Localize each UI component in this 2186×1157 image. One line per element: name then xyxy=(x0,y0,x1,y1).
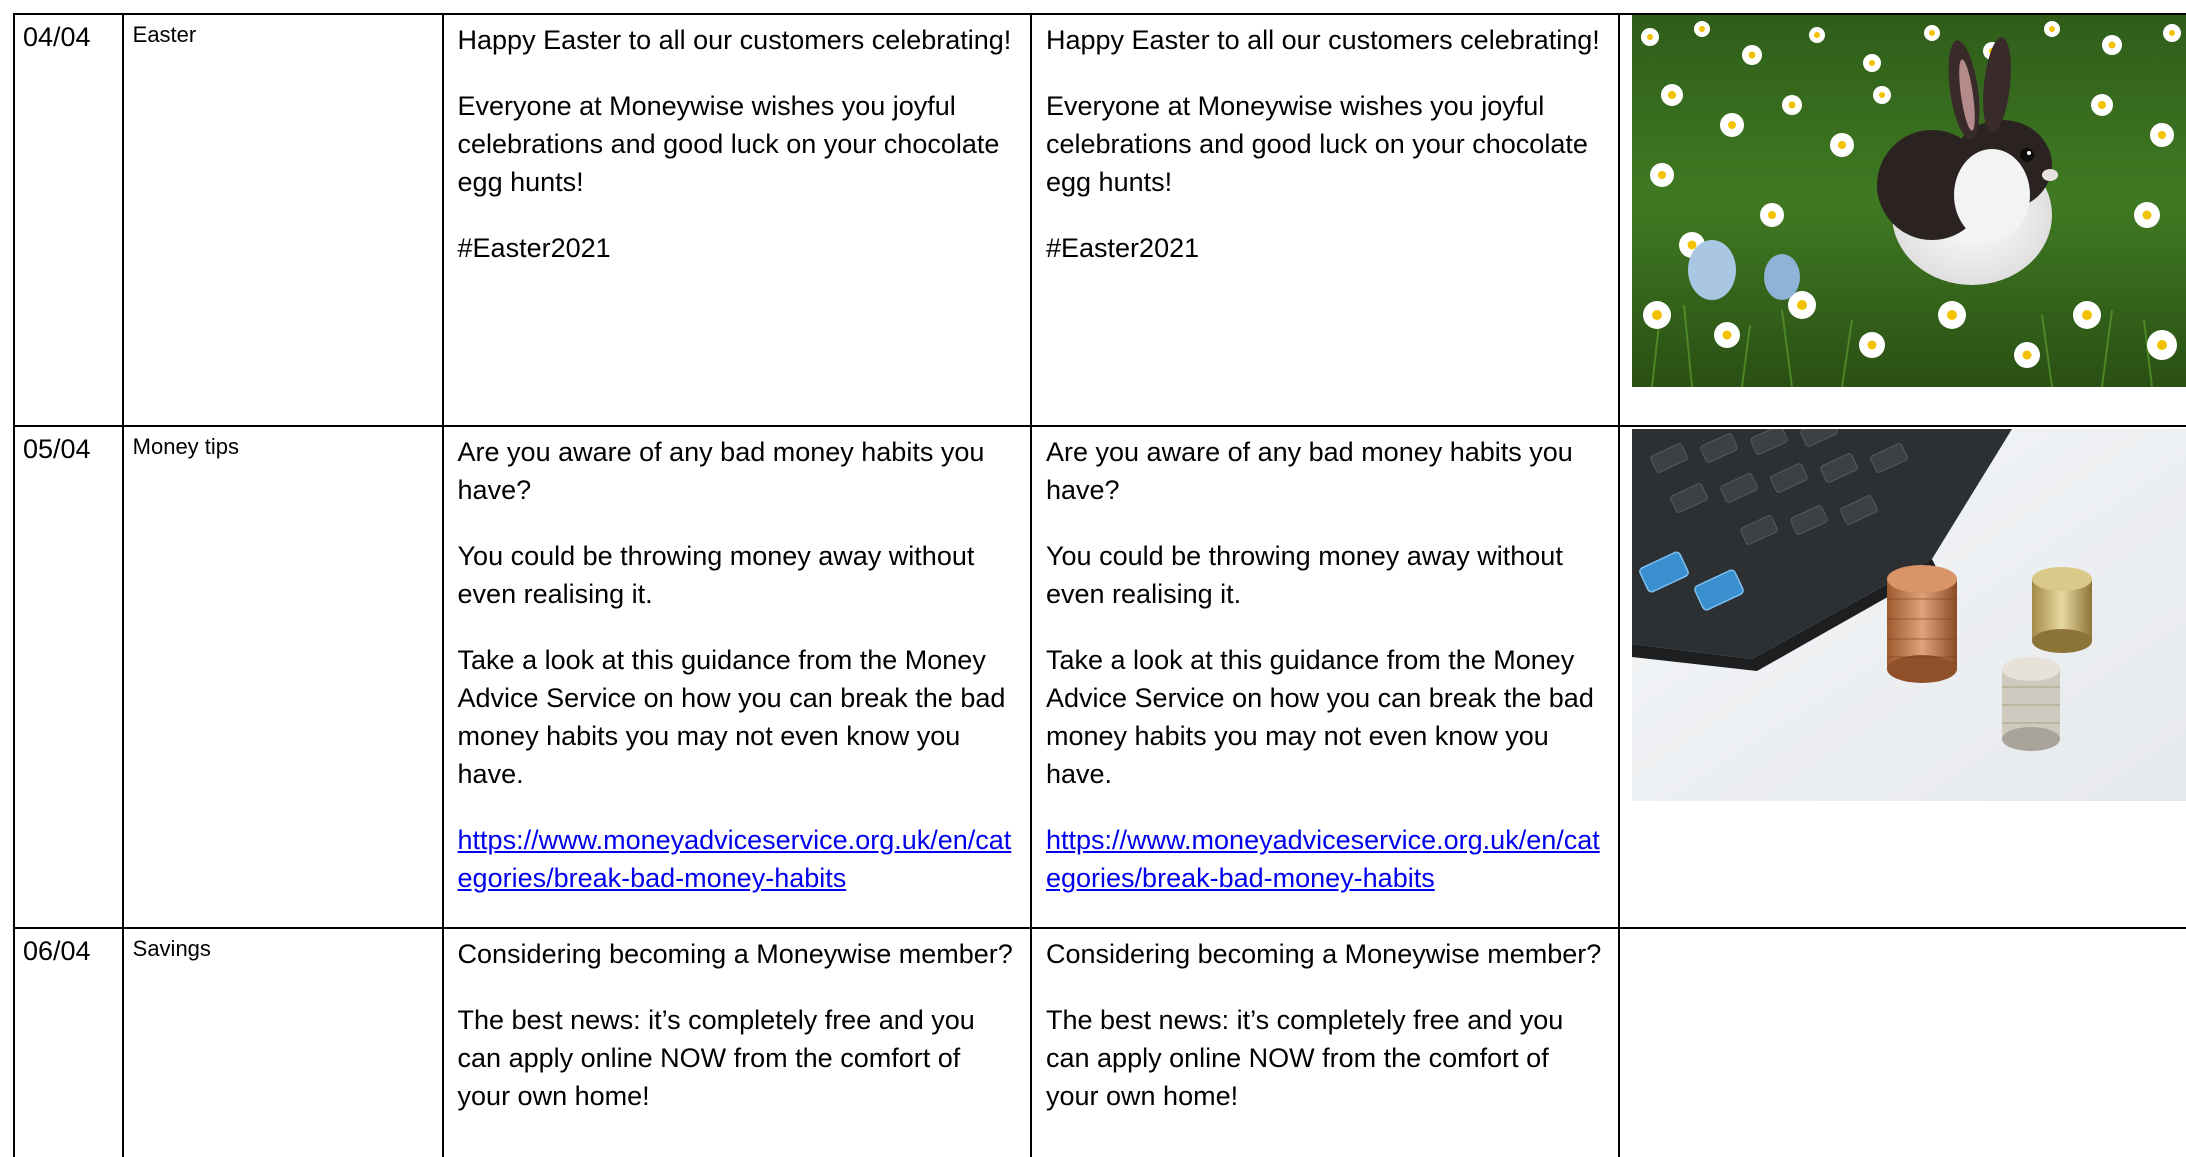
post-image-cell-empty xyxy=(1618,927,2186,1157)
post-copy-secondary: Happy Easter to all our customers celebr… xyxy=(1029,13,1621,427)
table-row: 05/04 Money tips Are you aware of any ba… xyxy=(13,425,2186,929)
post-copy-primary: Happy Easter to all our customers celebr… xyxy=(441,13,1033,427)
table-row: 06/04 Savings Considering becoming a Mon… xyxy=(13,927,2186,1157)
copy-paragraph: The best news: it’s completely free and … xyxy=(457,1005,975,1111)
post-copy-primary: Are you aware of any bad money habits yo… xyxy=(441,425,1033,929)
post-image-cell xyxy=(1618,425,2186,929)
copy-paragraph: Happy Easter to all our customers celebr… xyxy=(457,25,1012,55)
calculator-coins-photo xyxy=(1632,429,2186,801)
social-media-schedule: 04/04 Easter Happy Easter to all our cus… xyxy=(13,13,2186,1157)
post-copy-secondary: Considering becoming a Moneywise member?… xyxy=(1029,927,1621,1157)
copy-paragraph: You could be throwing money away without… xyxy=(457,541,975,609)
post-date: 05/04 xyxy=(13,425,124,929)
guidance-link[interactable]: https://www.moneyadviceservice.org.uk/en… xyxy=(458,825,1012,893)
copy-paragraph: Happy Easter to all our customers celebr… xyxy=(1046,25,1600,55)
guidance-link[interactable]: https://www.moneyadviceservice.org.uk/en… xyxy=(1046,825,1600,893)
copy-paragraph: Considering becoming a Moneywise member? xyxy=(1046,939,1602,969)
copy-paragraph: Everyone at Moneywise wishes you joyful … xyxy=(1046,91,1588,197)
post-copy-secondary: Are you aware of any bad money habits yo… xyxy=(1029,425,1621,929)
copy-paragraph: Are you aware of any bad money habits yo… xyxy=(457,437,985,505)
copy-hashtag: #Easter2021 xyxy=(1046,233,1200,263)
copy-paragraph: Everyone at Moneywise wishes you joyful … xyxy=(457,91,1000,197)
copy-paragraph: You could be throwing money away without… xyxy=(1046,541,1563,609)
copy-paragraph: The best news: it’s completely free and … xyxy=(1046,1005,1564,1111)
copy-link-paragraph: https://www.moneyadviceservice.org.uk/en… xyxy=(1046,821,1606,897)
post-copy-primary: Considering becoming a Moneywise member?… xyxy=(441,927,1033,1157)
copy-paragraph: Are you aware of any bad money habits yo… xyxy=(1046,437,1573,505)
easter-bunny-photo xyxy=(1632,16,2186,387)
copy-hashtag: #Easter2021 xyxy=(457,233,611,263)
copy-link-paragraph: https://www.moneyadviceservice.org.uk/en… xyxy=(458,821,1018,897)
post-topic: Easter xyxy=(121,13,444,427)
copy-paragraph: Take a look at this guidance from the Mo… xyxy=(457,645,1006,789)
post-topic: Savings xyxy=(121,927,444,1157)
post-image-cell xyxy=(1618,13,2186,427)
copy-paragraph: Considering becoming a Moneywise member? xyxy=(457,939,1013,969)
post-topic: Money tips xyxy=(121,425,444,929)
post-date: 06/04 xyxy=(13,927,124,1157)
table-row: 04/04 Easter Happy Easter to all our cus… xyxy=(13,13,2186,427)
schedule-table: 04/04 Easter Happy Easter to all our cus… xyxy=(13,13,2186,1157)
post-date: 04/04 xyxy=(13,13,124,427)
copy-paragraph: Take a look at this guidance from the Mo… xyxy=(1046,645,1594,789)
